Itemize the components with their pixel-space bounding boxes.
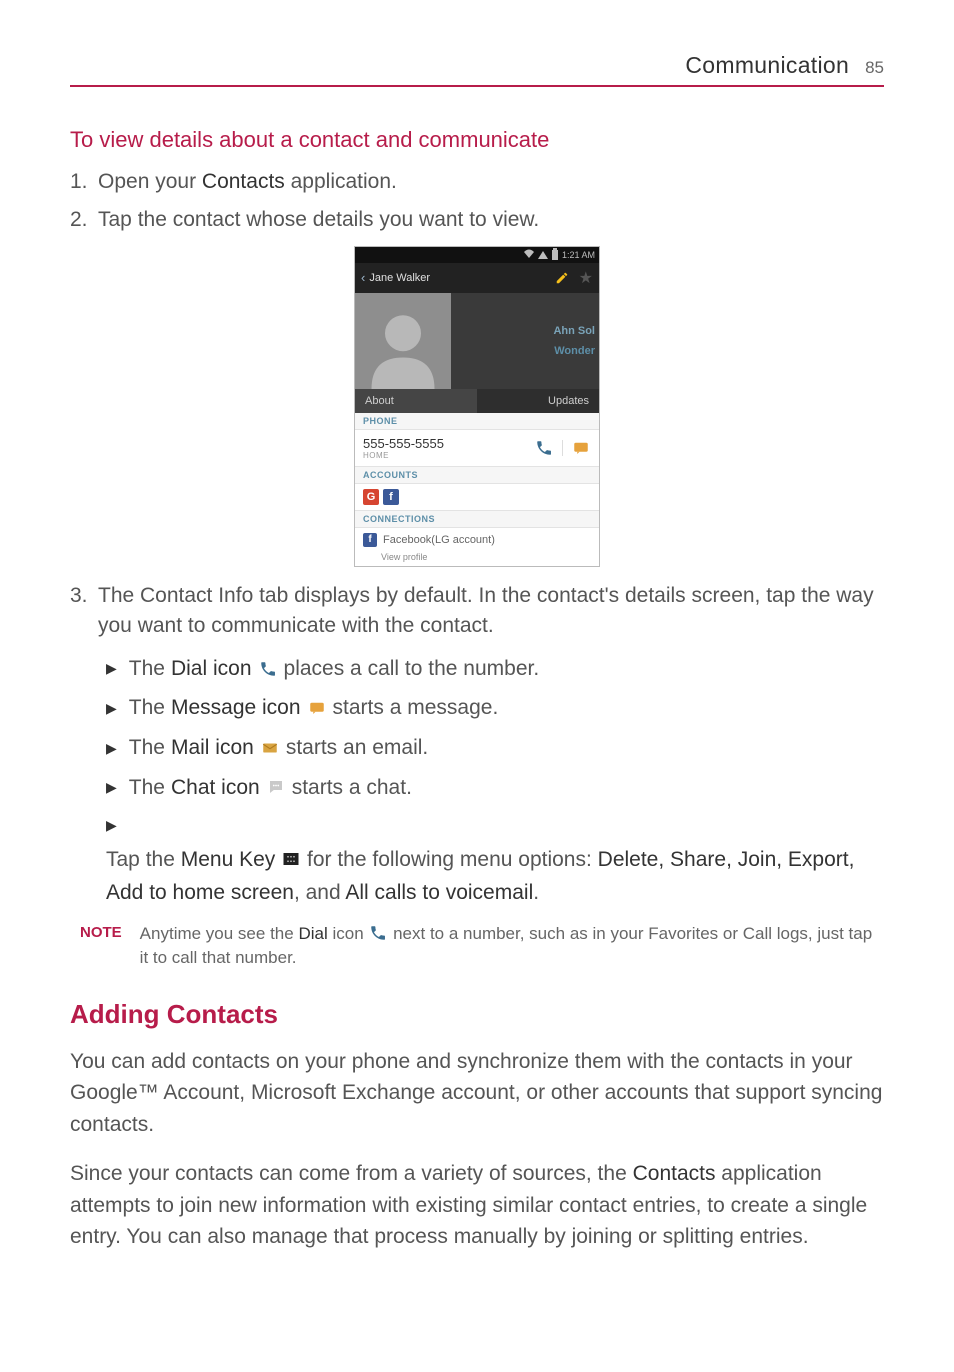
- step-number: 1.: [70, 167, 98, 197]
- bullet-icon: ▶: [106, 737, 117, 759]
- edit-icon[interactable]: [555, 271, 569, 285]
- tab-updates[interactable]: Updates: [477, 389, 599, 413]
- bullet-chat: ▶ The Chat icon starts a chat.: [106, 771, 884, 805]
- bullet-text-tail: starts an email.: [286, 731, 428, 765]
- favorite-star-icon[interactable]: ★: [579, 268, 593, 288]
- signal-icon: [538, 251, 548, 259]
- bullet-icon: ▶: [106, 814, 117, 836]
- dial-icon[interactable]: [534, 438, 554, 458]
- page: Communication 85 To view details about a…: [0, 0, 954, 1372]
- bullet-text: Tap the: [106, 848, 181, 871]
- page-header: Communication 85: [70, 52, 884, 87]
- bullet-text-and: , and: [294, 881, 345, 904]
- wifi-icon: [524, 249, 534, 261]
- bullet-text: The: [129, 691, 165, 725]
- facebook-icon: f: [363, 533, 377, 547]
- bullet-text: The: [129, 652, 165, 686]
- phone-section-label: PHONE: [355, 413, 599, 430]
- facebook-account-icon: f: [383, 489, 399, 505]
- status-bar: 1:21 AM: [355, 247, 599, 263]
- title-bar: ‹ Jane Walker ★: [355, 263, 599, 293]
- bullet-text-tail: starts a message.: [333, 691, 499, 725]
- para2-a: Since your contacts can come from a vari…: [70, 1162, 633, 1185]
- menu-option-voicemail: All calls to voicemail: [345, 881, 533, 904]
- chat-icon-label: Chat icon: [171, 771, 260, 805]
- section-heading: To view details about a contact and comm…: [70, 127, 884, 153]
- linked-name-1: Ahn Sol: [553, 325, 595, 337]
- bullet-menu: ▶ Tap the Menu Key for the following men…: [106, 814, 884, 910]
- step-2: 2. Tap the contact whose details you wan…: [70, 205, 884, 235]
- contact-tabs: About Updates: [355, 389, 599, 413]
- note-text: Anytime you see the: [140, 924, 299, 943]
- step-3: 3. The Contact Info tab displays by defa…: [70, 581, 884, 642]
- bullet-dial: ▶ The Dial icon places a call to the num…: [106, 652, 884, 686]
- bullet-text-tail: starts a chat.: [292, 771, 412, 805]
- step-text: The Contact Info tab displays by default…: [98, 581, 884, 642]
- bullet-mail: ▶ The Mail icon starts an email.: [106, 731, 884, 765]
- message-icon[interactable]: [571, 438, 591, 458]
- step-1: 1. Open your Contacts application.: [70, 167, 884, 197]
- profile-area: Ahn Sol Wonder: [355, 293, 599, 389]
- mail-icon-label: Mail icon: [171, 731, 254, 765]
- bullet-list: ▶ The Dial icon places a call to the num…: [106, 652, 884, 910]
- tab-about[interactable]: About: [355, 389, 477, 413]
- back-icon[interactable]: ‹: [361, 270, 365, 285]
- mail-icon: [260, 738, 280, 758]
- accounts-section-label: ACCOUNTS: [355, 467, 599, 484]
- message-icon-label: Message icon: [171, 691, 301, 725]
- bullet-icon: ▶: [106, 776, 117, 798]
- contacts-app-label: Contacts: [202, 170, 285, 193]
- step-text: Open your: [98, 170, 202, 193]
- step-number: 3.: [70, 581, 98, 642]
- dial-icon: [368, 923, 388, 943]
- bullet-text-period: .: [533, 881, 539, 904]
- chat-icon: [266, 777, 286, 797]
- paragraph-1: You can add contacts on your phone and s…: [70, 1046, 884, 1141]
- battery-icon: [552, 250, 558, 260]
- menu-key-label: Menu Key: [181, 848, 276, 871]
- adding-contacts-heading: Adding Contacts: [70, 999, 884, 1030]
- view-profile-link[interactable]: View profile: [355, 552, 599, 566]
- status-time: 1:21 AM: [562, 250, 595, 260]
- message-icon: [307, 698, 327, 718]
- dial-icon-label: Dial icon: [171, 652, 252, 686]
- bullet-text-tail: places a call to the number.: [284, 652, 540, 686]
- facebook-connection-row[interactable]: f Facebook(LG account): [355, 528, 599, 552]
- bullet-text: The: [129, 731, 165, 765]
- accounts-row: G f: [355, 484, 599, 511]
- google-account-icon: G: [363, 489, 379, 505]
- contacts-app-label: Contacts: [633, 1162, 716, 1185]
- screenshot-container: 1:21 AM ‹ Jane Walker ★: [70, 246, 884, 567]
- avatar: [355, 293, 451, 389]
- step-number: 2.: [70, 205, 98, 235]
- phone-number: 555-555-5555: [363, 436, 444, 451]
- phone-row: 555-555-5555 HOME: [355, 430, 599, 467]
- note: NOTE Anytime you see the Dial icon next …: [80, 922, 884, 971]
- note-label: NOTE: [80, 922, 122, 941]
- bullet-text: The: [129, 771, 165, 805]
- separator: [562, 440, 563, 456]
- phone-type: HOME: [363, 451, 444, 460]
- paragraph-2: Since your contacts can come from a vari…: [70, 1158, 884, 1253]
- facebook-account-text: Facebook(LG account): [383, 534, 495, 546]
- note-text-2: icon: [328, 924, 369, 943]
- profile-side: Ahn Sol Wonder: [451, 293, 599, 389]
- step-text: Tap the contact whose details you want t…: [98, 205, 884, 235]
- step-text-tail: application.: [285, 170, 397, 193]
- bullet-icon: ▶: [106, 697, 117, 719]
- contact-name: Jane Walker: [369, 272, 430, 284]
- header-section: Communication: [685, 52, 849, 79]
- contact-detail-screenshot: 1:21 AM ‹ Jane Walker ★: [354, 246, 600, 567]
- bullet-icon: ▶: [106, 657, 117, 679]
- bullet-text-mid: for the following menu options:: [307, 848, 598, 871]
- bullet-message: ▶ The Message icon starts a message.: [106, 691, 884, 725]
- note-dial-label: Dial: [298, 924, 327, 943]
- connections-section-label: CONNECTIONS: [355, 511, 599, 528]
- dial-icon: [258, 659, 278, 679]
- header-page-number: 85: [865, 58, 884, 78]
- menu-key-icon: [281, 849, 301, 869]
- linked-name-2: Wonder: [554, 345, 595, 357]
